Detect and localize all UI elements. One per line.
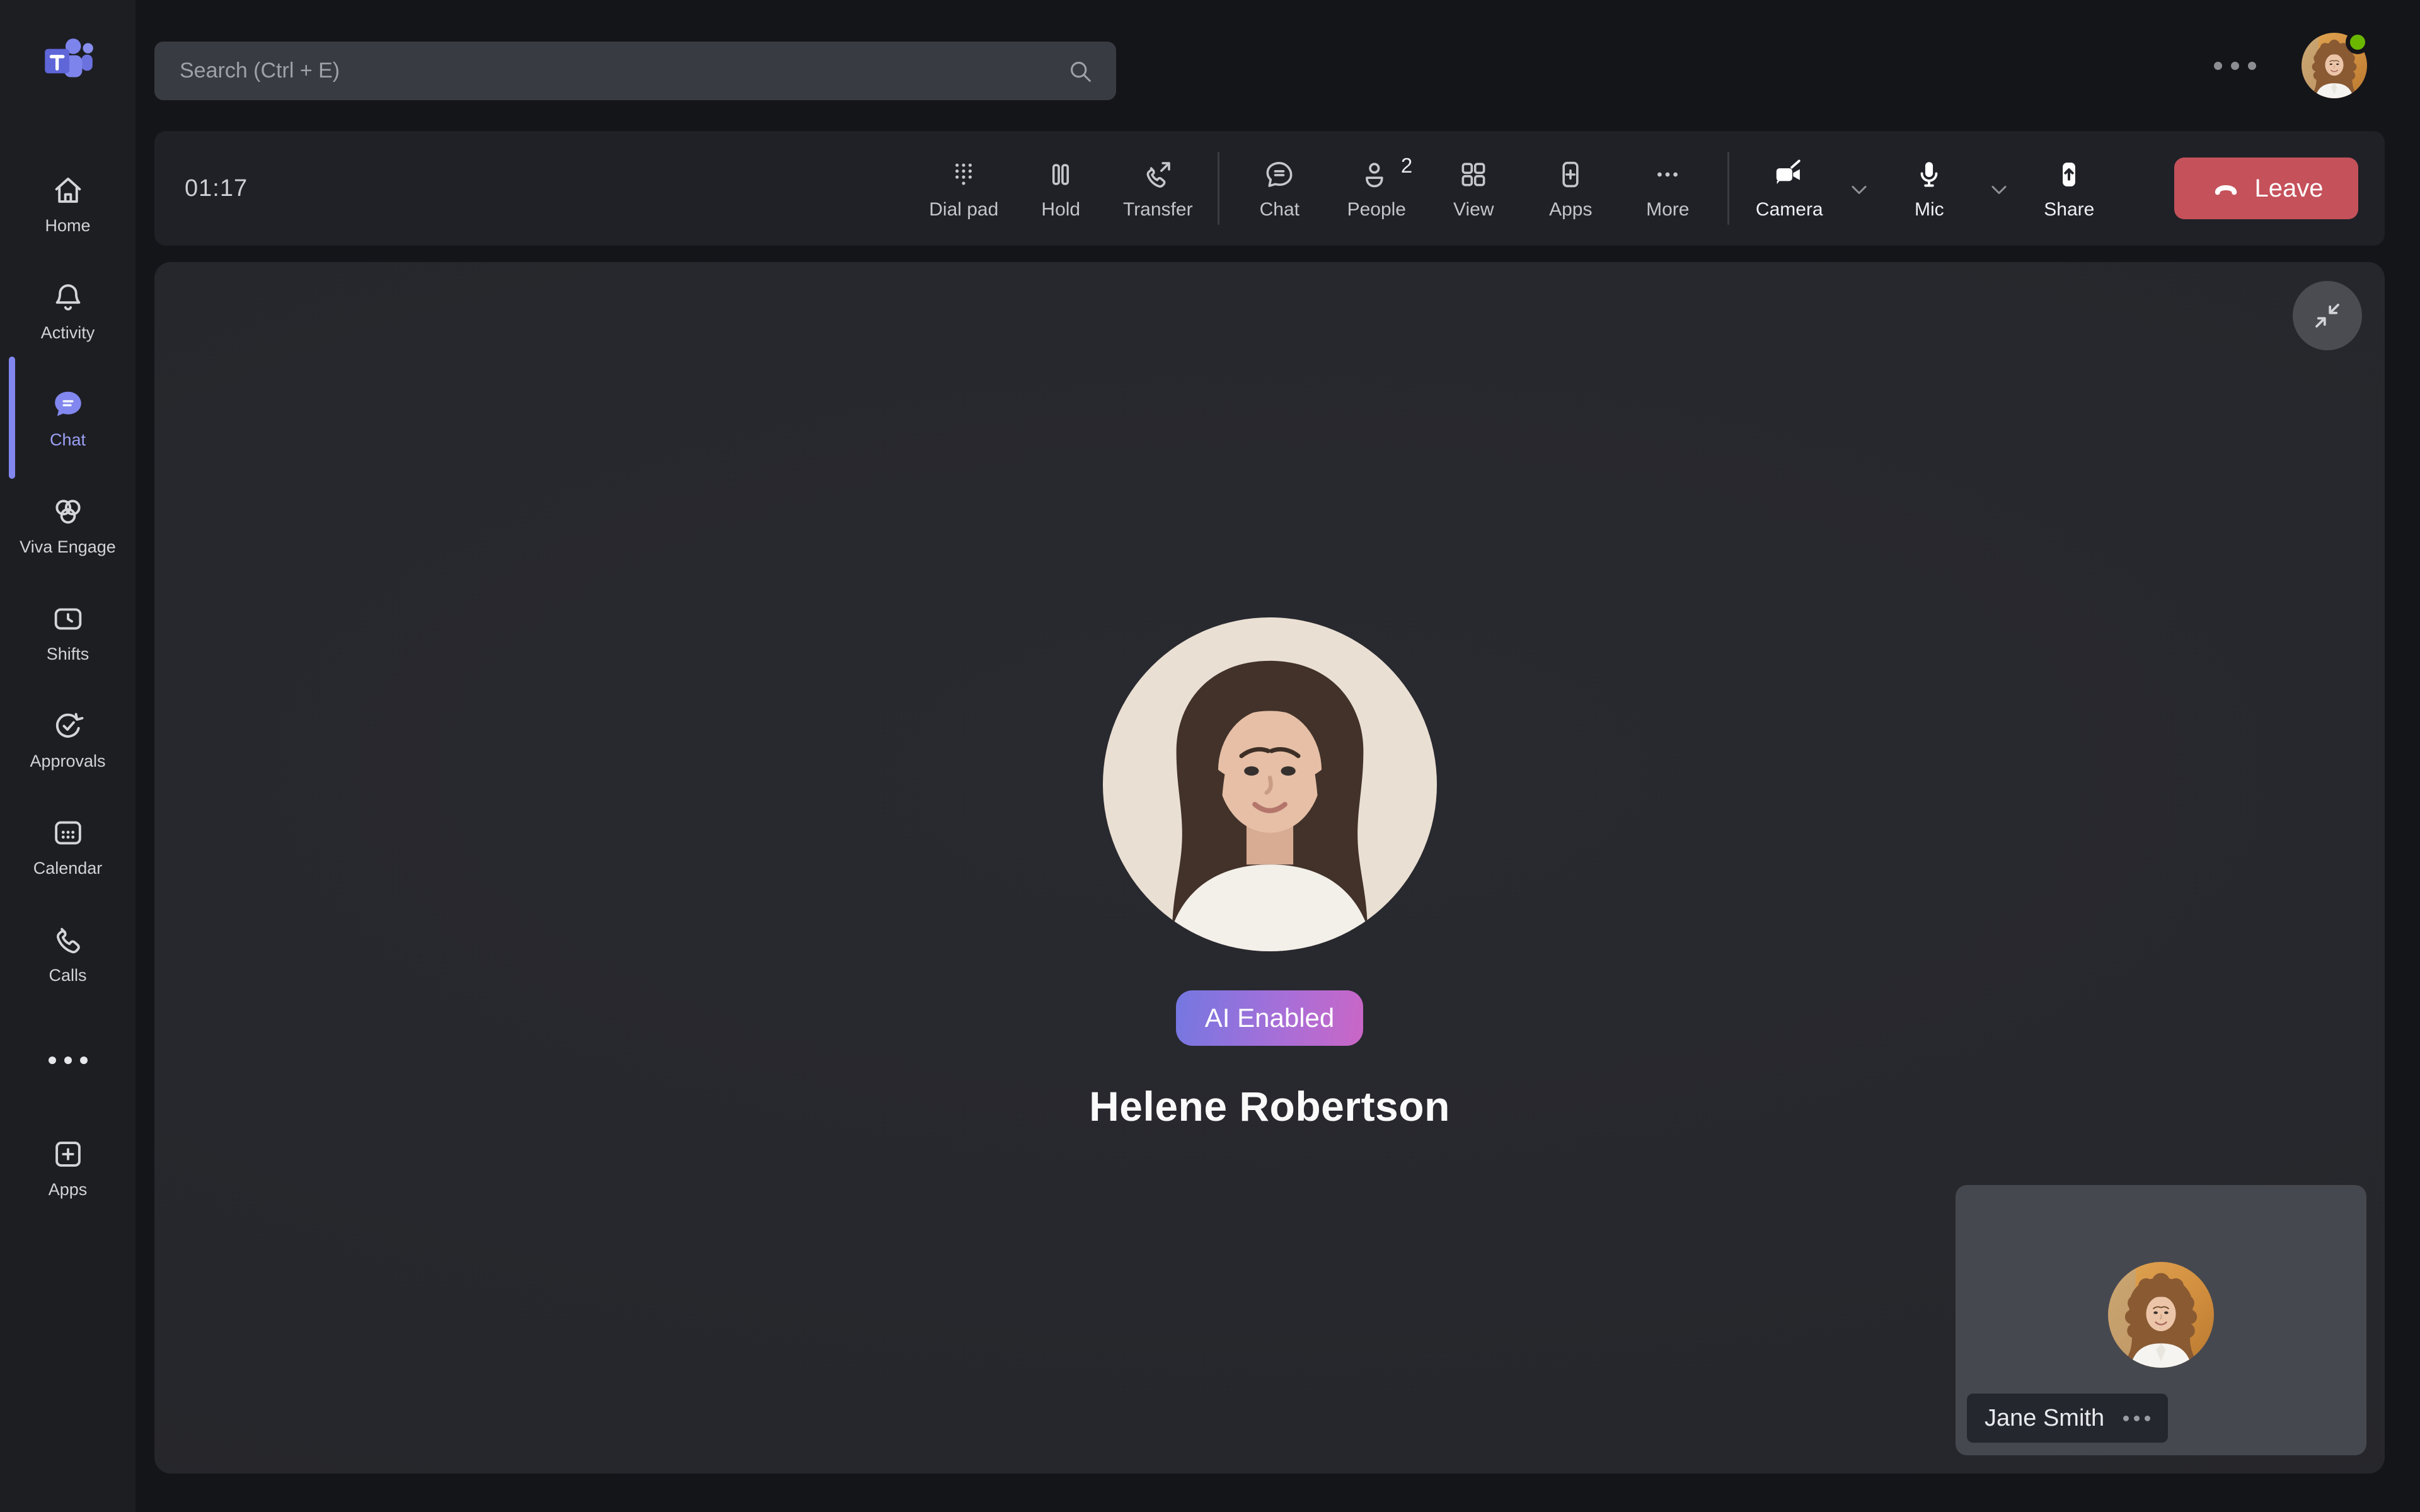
home-icon	[50, 172, 86, 209]
mic-button[interactable]: Mic	[1892, 156, 1966, 220]
approvals-icon	[50, 707, 86, 744]
share-icon	[2052, 158, 2086, 192]
pip-more-icon[interactable]	[2123, 1416, 2150, 1421]
toolbar-divider	[1218, 152, 1219, 225]
sidebar-item-activity[interactable]: Activity	[0, 263, 135, 358]
sidebar-item-calls[interactable]: Calls	[0, 906, 135, 1000]
view-grid-icon	[1456, 158, 1490, 192]
people-icon	[1359, 158, 1393, 192]
sidebar-item-label: Activity	[41, 323, 95, 343]
people-button[interactable]: 2 People	[1339, 156, 1414, 220]
sidebar-item-label: Calendar	[33, 859, 103, 878]
pip-avatar	[2108, 1262, 2214, 1368]
hold-icon	[1044, 158, 1078, 192]
people-count-badge: 2	[1401, 154, 1412, 178]
sidebar-item-shifts[interactable]: Shifts	[0, 585, 135, 679]
ellipsis-icon	[49, 1057, 88, 1064]
search-icon[interactable]	[1066, 57, 1095, 86]
sidebar-item-apps[interactable]: Apps	[0, 1120, 135, 1215]
phone-icon	[50, 922, 86, 958]
chat-bubble-icon	[1262, 158, 1296, 192]
sidebar-item-label: Chat	[50, 430, 86, 450]
sidebar-item-calendar[interactable]: Calendar	[0, 799, 135, 893]
sidebar-item-chat[interactable]: Chat	[0, 370, 135, 465]
dialpad-icon	[947, 158, 981, 192]
topbar-more-icon[interactable]	[2214, 62, 2256, 70]
participant-name: Helene Robertson	[1089, 1082, 1450, 1130]
calendar-icon	[50, 815, 86, 851]
pip-name-pill: Jane Smith	[1967, 1394, 2168, 1443]
active-indicator	[9, 357, 15, 479]
mic-options-chevron-icon[interactable]	[1985, 176, 2013, 203]
search-input[interactable]	[180, 59, 1066, 83]
leave-button[interactable]: Leave	[2174, 158, 2358, 219]
sidebar-items: Home Activity Chat Viva Engage Shift	[0, 156, 135, 1215]
sidebar-item-label: Approvals	[30, 752, 105, 771]
bell-icon	[50, 279, 86, 316]
sidebar-item-viva-engage[interactable]: Viva Engage	[0, 478, 135, 572]
view-button[interactable]: View	[1436, 156, 1511, 220]
camera-button[interactable]: Camera	[1752, 156, 1826, 220]
call-timer: 01:17	[185, 175, 248, 202]
topbar-right	[2214, 0, 2367, 131]
hold-button[interactable]: Hold	[1023, 156, 1098, 220]
hang-up-icon	[2210, 172, 2242, 205]
teams-window: Home Activity Chat Viva Engage Shift	[0, 0, 2420, 1512]
viva-engage-icon	[50, 493, 86, 530]
call-stage: AI Enabled Helene Robertson Jane Smith	[154, 262, 2385, 1474]
mic-icon	[1912, 158, 1946, 192]
share-button[interactable]: Share	[2032, 156, 2106, 220]
shifts-icon	[50, 600, 86, 637]
camera-options-chevron-icon[interactable]	[1845, 176, 1873, 203]
transfer-button[interactable]: Transfer	[1121, 156, 1195, 220]
apps-icon	[50, 1136, 86, 1172]
apps-add-icon	[1553, 158, 1587, 192]
status-available-badge	[2346, 30, 2370, 54]
sidebar-item-home[interactable]: Home	[0, 156, 135, 251]
ai-enabled-badge: AI Enabled	[1176, 990, 1364, 1046]
search-bar[interactable]	[154, 42, 1116, 100]
dial-pad-button[interactable]: Dial pad	[926, 156, 1001, 220]
chat-button[interactable]: Chat	[1242, 156, 1317, 220]
main-participant: AI Enabled Helene Robertson	[154, 262, 2385, 1130]
sidebar-item-label: Home	[45, 216, 90, 236]
camera-icon	[1772, 158, 1806, 192]
apps-button[interactable]: Apps	[1533, 156, 1608, 220]
app-sidebar: Home Activity Chat Viva Engage Shift	[0, 0, 135, 1512]
chat-filled-icon	[50, 386, 86, 423]
sidebar-item-approvals[interactable]: Approvals	[0, 692, 135, 786]
sidebar-item-label: Shifts	[47, 644, 89, 664]
user-avatar[interactable]	[2302, 33, 2367, 98]
more-button[interactable]: More	[1630, 156, 1705, 220]
pip-tile[interactable]: Jane Smith	[1956, 1185, 2366, 1455]
sidebar-item-label: Apps	[49, 1180, 88, 1200]
sidebar-item-label: Viva Engage	[20, 537, 116, 557]
teams-logo-icon	[37, 32, 99, 93]
pip-participant-name: Jane Smith	[1985, 1405, 2104, 1432]
toolbar-divider	[1727, 152, 1729, 225]
participant-avatar	[1103, 617, 1437, 951]
sidebar-item-more[interactable]	[0, 1013, 135, 1108]
sidebar-item-label: Calls	[49, 966, 86, 985]
call-controls: Dial pad Hold Transfer Chat 2 People	[926, 152, 2106, 225]
call-toolbar: 01:17 Dial pad Hold Transfer Chat 2	[154, 131, 2385, 246]
transfer-icon	[1141, 158, 1175, 192]
more-icon	[1651, 158, 1685, 192]
top-bar	[135, 0, 2420, 131]
